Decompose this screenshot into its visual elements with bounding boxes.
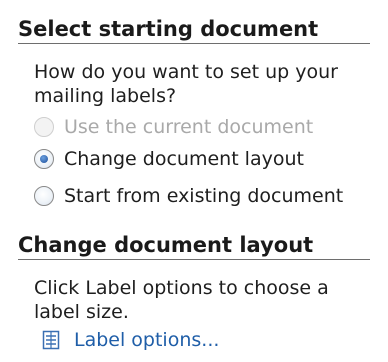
radio-label-change-document-layout: Change document layout: [64, 148, 304, 170]
radio-label-use-current-document: Use the current document: [64, 116, 314, 138]
radio-icon: [34, 186, 54, 206]
section-header-change-document-layout: Change document layout: [18, 232, 370, 260]
setup-prompt-line-2: mailing labels?: [34, 85, 177, 107]
section-header-select-starting-document: Select starting document: [18, 16, 370, 44]
label-options-icon: [42, 330, 60, 350]
label-options-description-line-2: label size.: [34, 301, 129, 323]
radio-start-from-existing-document[interactable]: Start from existing document: [34, 183, 343, 209]
setup-prompt-line-1: How do you want to set up your: [34, 61, 338, 83]
mail-merge-pane: Select starting document How do you want…: [0, 0, 388, 362]
radio-icon: [34, 117, 54, 137]
radio-selected-icon: [34, 149, 54, 169]
label-options-link[interactable]: Label options...: [42, 329, 219, 351]
radio-change-document-layout[interactable]: Change document layout: [34, 146, 304, 172]
label-options-link-text[interactable]: Label options...: [74, 329, 219, 351]
radio-use-current-document: Use the current document: [34, 114, 313, 140]
radio-label-start-from-existing-document: Start from existing document: [64, 185, 344, 207]
label-options-description-line-1: Click Label options to choose a: [34, 277, 329, 299]
